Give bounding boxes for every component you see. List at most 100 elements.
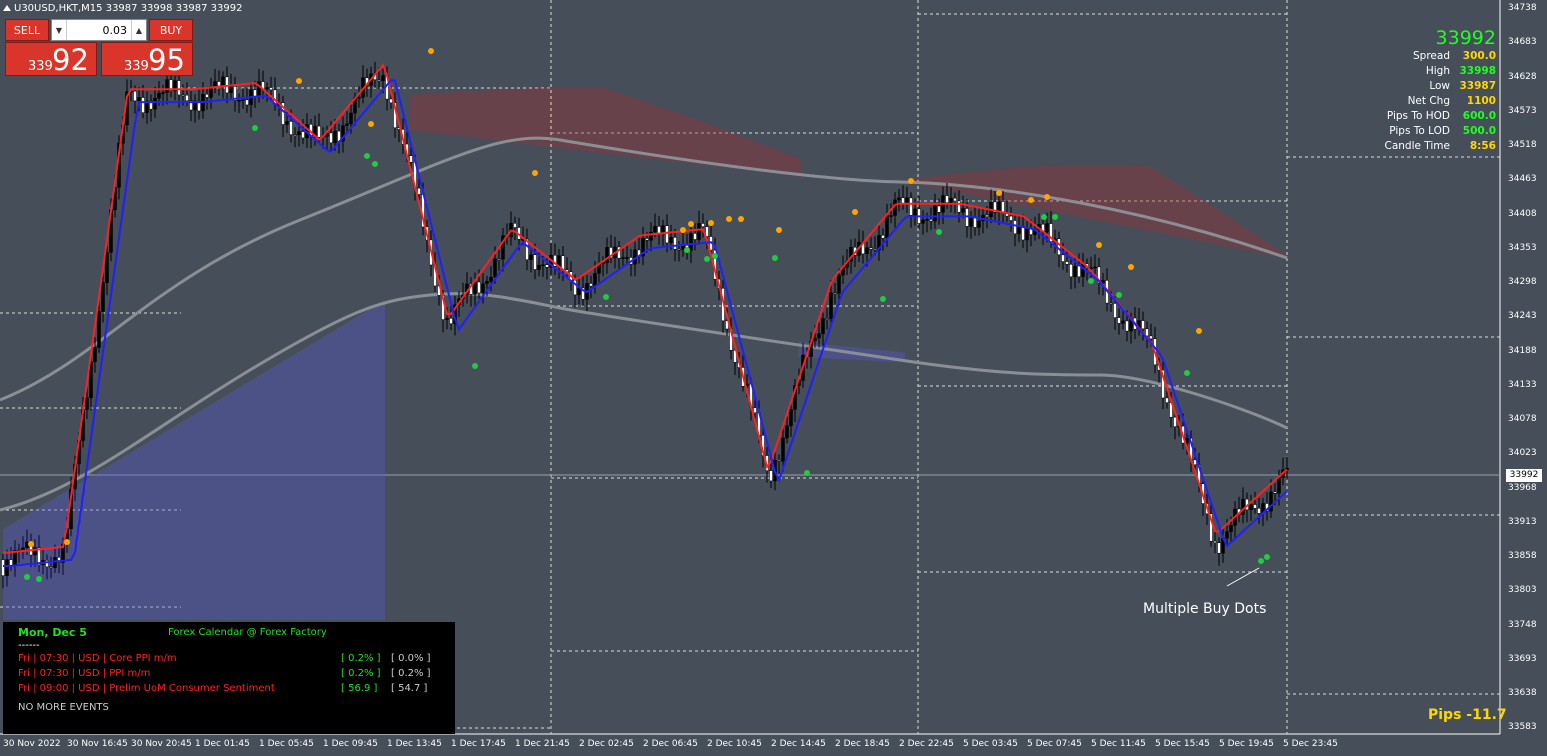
sell-dot (368, 121, 374, 127)
candle-body (1149, 335, 1153, 340)
y-axis-tick-label: 34518 (1508, 140, 1537, 150)
candle-body (513, 223, 517, 228)
x-axis-tick-label: 5 Dec 11:45 (1091, 739, 1146, 749)
long-ma-line (0, 136, 1288, 402)
candle-body (873, 248, 877, 251)
pips-label: Pips -11.7 (1428, 707, 1507, 723)
x-axis-tick-label: 5 Dec 03:45 (963, 739, 1018, 749)
candle-body (357, 96, 361, 99)
x-axis-tick-label: 1 Dec 09:45 (323, 739, 378, 749)
candle-body (85, 397, 89, 410)
event-actual: [ 0.2% ] (341, 668, 381, 679)
candle-body (673, 237, 677, 250)
sell-price-big: 92 (52, 43, 89, 77)
candle-body (1045, 223, 1049, 233)
annotation-pointer (1226, 567, 1260, 587)
candle-body (329, 132, 333, 144)
candle-body (1065, 261, 1069, 265)
candle-body (25, 541, 29, 549)
buy-dot (704, 256, 710, 262)
y-axis-tick-label: 34078 (1508, 414, 1537, 424)
candle-body (681, 245, 685, 250)
candle-body (333, 130, 337, 144)
y-axis-tick-label: 34683 (1508, 37, 1537, 48)
sell-price-box[interactable]: 339 92 (5, 42, 97, 77)
buy-dot (603, 294, 609, 300)
candle-body (545, 264, 549, 268)
x-axis-tick-label: 30 Nov 16:45 (67, 739, 128, 749)
candle-body (133, 90, 137, 102)
candle-body (1229, 525, 1233, 532)
buy-price-box[interactable]: 339 95 (101, 42, 193, 77)
candle-body (1217, 542, 1221, 554)
x-axis-tick-label: 5 Dec 15:45 (1155, 739, 1210, 749)
candle-body (753, 407, 757, 414)
candle-body (905, 197, 909, 204)
y-axis-tick-label: 33913 (1508, 516, 1537, 527)
candle-body (829, 292, 833, 320)
buy-button[interactable]: BUY (149, 19, 193, 41)
buy-dot (24, 574, 30, 580)
candle-body (245, 99, 249, 106)
y-axis-tick-label: 33693 (1508, 653, 1537, 664)
candle-body (153, 97, 157, 110)
buy-dot (684, 247, 690, 253)
x-axis-tick-label: 30 Nov 20:45 (131, 739, 192, 749)
info-row-value: 500.0 (1462, 125, 1496, 137)
candle-body (537, 264, 541, 270)
calendar-event: Fri | 07:30 | USD | PPI m/m [ 0.2% ] [ 0.2… (18, 668, 448, 683)
candle-body (345, 123, 349, 126)
x-axis-tick-label: 2 Dec 02:45 (579, 739, 634, 749)
lot-decrease-icon[interactable]: ▼ (52, 20, 67, 40)
candle-body (477, 281, 481, 294)
candle-body (141, 97, 145, 113)
event-text: Fri | 07:30 | USD | Core PPI m/m (18, 653, 177, 664)
y-axis-tick-label: 34408 (1508, 208, 1537, 219)
candle-body (961, 208, 965, 213)
sell-dot (1196, 328, 1202, 334)
sell-button[interactable]: SELL (5, 19, 49, 41)
x-axis-tick-label: 2 Dec 06:45 (643, 739, 698, 749)
candle-body (269, 87, 273, 91)
event-previous: [ 0.2% ] (391, 668, 431, 679)
x-axis-tick-label: 5 Dec 19:45 (1219, 739, 1274, 749)
candle-body (653, 226, 657, 233)
y-axis-tick-label: 33803 (1508, 585, 1537, 596)
lot-size-value[interactable]: 0.03 (67, 24, 131, 37)
buy-dot (1258, 558, 1264, 564)
y-axis-tick-label: 33968 (1508, 482, 1537, 493)
candle-body (1125, 320, 1129, 332)
info-row: Pips To LOD 500.0 (1385, 124, 1496, 139)
y-axis-tick-label: 34133 (1508, 379, 1537, 390)
candle-body (1141, 320, 1145, 330)
candle-body (285, 121, 289, 125)
calendar-separator: ------ (18, 640, 40, 651)
buy-dot (1116, 292, 1122, 298)
symbol-arrow-icon (3, 5, 11, 11)
candle-body (297, 131, 301, 136)
sell-dot (532, 170, 538, 176)
candle-body (377, 79, 381, 82)
candle-body (1213, 540, 1217, 544)
buy-dot (372, 161, 378, 167)
event-actual: [ 56.9 ] (341, 683, 378, 694)
candle-body (213, 81, 217, 87)
sell-dot (1128, 264, 1134, 270)
event-text: Fri | 07:30 | USD | PPI m/m (18, 668, 151, 679)
y-axis-tick-label: 34023 (1508, 448, 1537, 459)
candle-body (1061, 254, 1065, 262)
lot-increase-icon[interactable]: ▲ (131, 20, 146, 40)
candle-body (645, 238, 649, 241)
candle-body (1009, 215, 1013, 221)
candle-body (697, 223, 701, 240)
buy-dot (1264, 554, 1270, 560)
candle-body (137, 97, 141, 102)
candle-body (897, 197, 901, 201)
lot-size-stepper[interactable]: ▼ 0.03 ▲ (51, 19, 147, 41)
info-row-label: Pips To LOD (1389, 125, 1450, 137)
x-axis-tick-label: 30 Nov 2022 (3, 739, 61, 749)
candle-body (789, 409, 793, 427)
candle-body (593, 273, 597, 287)
sell-dot (1028, 197, 1034, 203)
buy-dot (772, 255, 778, 261)
